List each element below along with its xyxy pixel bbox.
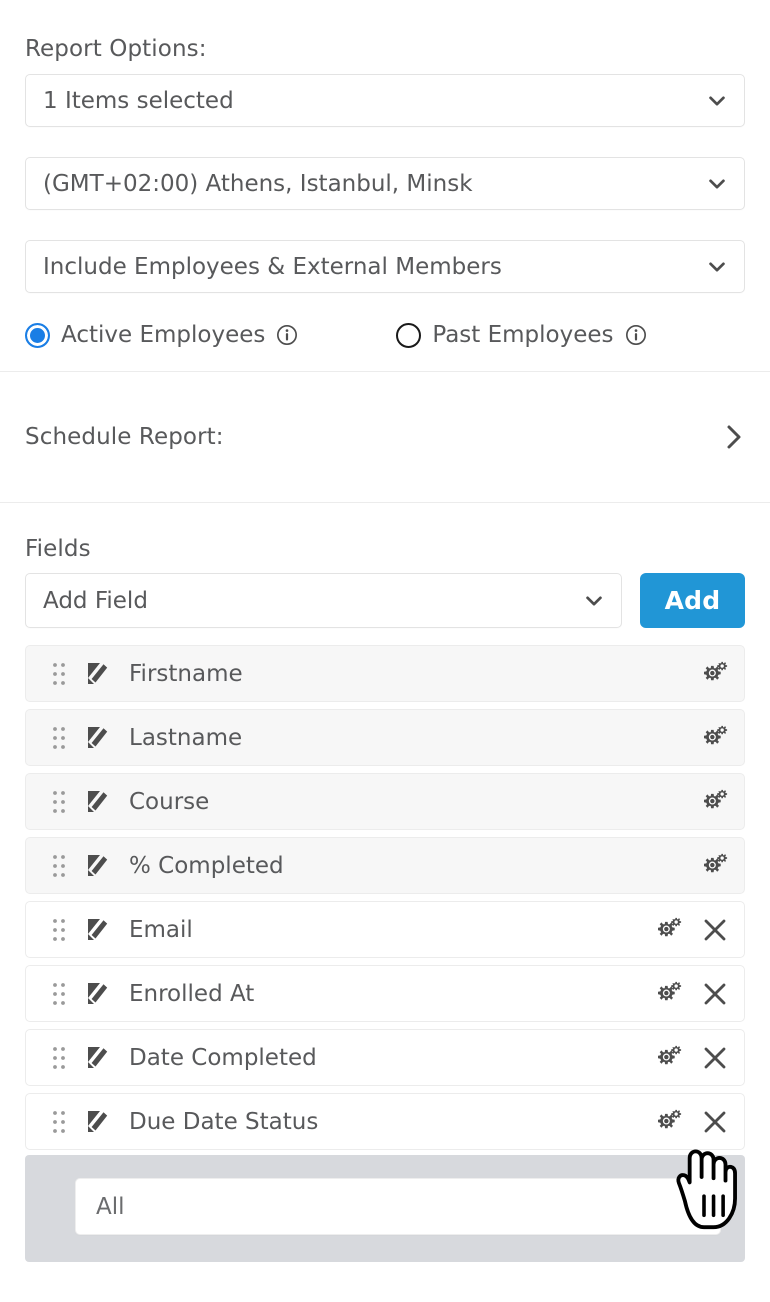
field-row-actions [652,917,728,943]
add-field-value: Add Field [43,587,148,614]
field-row[interactable]: Lastname [25,709,745,766]
gear-settings-icon[interactable] [698,853,728,879]
field-row[interactable]: % Completed [25,837,745,894]
radio-active-employees[interactable]: Active Employees [25,322,298,348]
radio-unselected-indicator[interactable] [396,322,422,348]
gear-settings-icon[interactable] [652,1109,682,1135]
chevron-down-icon [583,590,605,612]
field-row[interactable]: Due Date Status [25,1093,745,1150]
fields-heading: Fields [25,536,91,562]
field-row[interactable]: Firstname [25,645,745,702]
field-row-label: Firstname [129,660,243,687]
due-date-status-filter-value: All [96,1193,125,1220]
field-list: Firstname Lastname Course % Completed Em… [25,645,745,1262]
edit-field-icon[interactable] [85,853,111,879]
timezone-select[interactable]: (GMT+02:00) Athens, Istanbul, Minsk [25,157,745,210]
drag-handle-icon[interactable] [52,918,66,942]
add-field-button[interactable]: Add [640,573,745,628]
field-row[interactable]: Date Completed [25,1029,745,1086]
drag-handle-icon[interactable] [52,1046,66,1070]
edit-field-icon[interactable] [85,725,111,751]
gear-settings-icon[interactable] [652,981,682,1007]
items-selected-value: 1 Items selected [43,87,234,114]
add-field-row: Add Field Add [25,573,745,628]
schedule-report-row[interactable]: Schedule Report: [0,372,770,502]
field-settings-panel: All [25,1155,745,1262]
field-row-label: Enrolled At [129,980,255,1007]
due-date-status-filter-select[interactable]: All [75,1178,721,1235]
chevron-down-icon [682,1196,704,1218]
edit-field-icon[interactable] [85,981,111,1007]
radio-past-employees[interactable]: Past Employees [396,322,646,348]
fields-section: Fields Add Field Add Firstname Lastname … [0,503,770,1262]
field-row-label: Lastname [129,724,243,751]
field-row-label: Course [129,788,210,815]
membership-value: Include Employees & External Members [43,253,502,280]
info-icon[interactable] [276,324,298,346]
schedule-report-heading: Schedule Report: [25,424,224,450]
field-row-actions [652,1109,728,1135]
report-options-heading: Report Options: [25,36,207,62]
gear-settings-icon[interactable] [652,917,682,943]
edit-field-icon[interactable] [85,917,111,943]
drag-handle-icon[interactable] [52,790,66,814]
edit-field-icon[interactable] [85,1045,111,1071]
field-row-actions [652,981,728,1007]
gear-settings-icon[interactable] [698,789,728,815]
field-row-label: Email [129,916,193,943]
remove-field-icon[interactable] [702,1045,728,1071]
drag-handle-icon[interactable] [52,982,66,1006]
timezone-value: (GMT+02:00) Athens, Istanbul, Minsk [43,170,473,197]
drag-handle-icon[interactable] [52,726,66,750]
items-selected-select[interactable]: 1 Items selected [25,74,745,127]
drag-handle-icon[interactable] [52,662,66,686]
edit-field-icon[interactable] [85,1109,111,1135]
gear-settings-icon[interactable] [698,661,728,687]
field-row-actions [698,661,728,687]
field-row-label: Due Date Status [129,1108,319,1135]
edit-field-icon[interactable] [85,789,111,815]
employee-status-radio-group: Active Employees Past Employees [25,313,745,357]
field-row-label: Date Completed [129,1044,317,1071]
gear-settings-icon[interactable] [652,1045,682,1071]
chevron-down-icon [706,173,728,195]
gear-settings-icon[interactable] [698,725,728,751]
chevron-down-icon [706,256,728,278]
radio-selected-indicator[interactable] [25,322,50,348]
drag-handle-icon[interactable] [52,854,66,878]
chevron-right-icon[interactable] [721,423,745,451]
edit-field-icon[interactable] [85,661,111,687]
report-options-section: Report Options: 1 Items selected (GMT+02… [0,0,770,357]
field-row[interactable]: Enrolled At [25,965,745,1022]
membership-select[interactable]: Include Employees & External Members [25,240,745,293]
report-builder-page: Report Options: 1 Items selected (GMT+02… [0,0,770,1302]
remove-field-icon[interactable] [702,1109,728,1135]
radio-active-employees-label: Active Employees [61,322,266,348]
field-row-actions [698,853,728,879]
field-row-actions [652,1045,728,1071]
field-row-actions [698,725,728,751]
chevron-down-icon [706,90,728,112]
field-row-actions [698,789,728,815]
remove-field-icon[interactable] [702,981,728,1007]
add-field-select[interactable]: Add Field [25,573,622,628]
field-row[interactable]: Email [25,901,745,958]
field-row[interactable]: Course [25,773,745,830]
field-row-label: % Completed [129,852,284,879]
remove-field-icon[interactable] [702,917,728,943]
radio-past-employees-label: Past Employees [432,322,614,348]
drag-handle-icon[interactable] [52,1110,66,1134]
info-icon[interactable] [625,324,647,346]
